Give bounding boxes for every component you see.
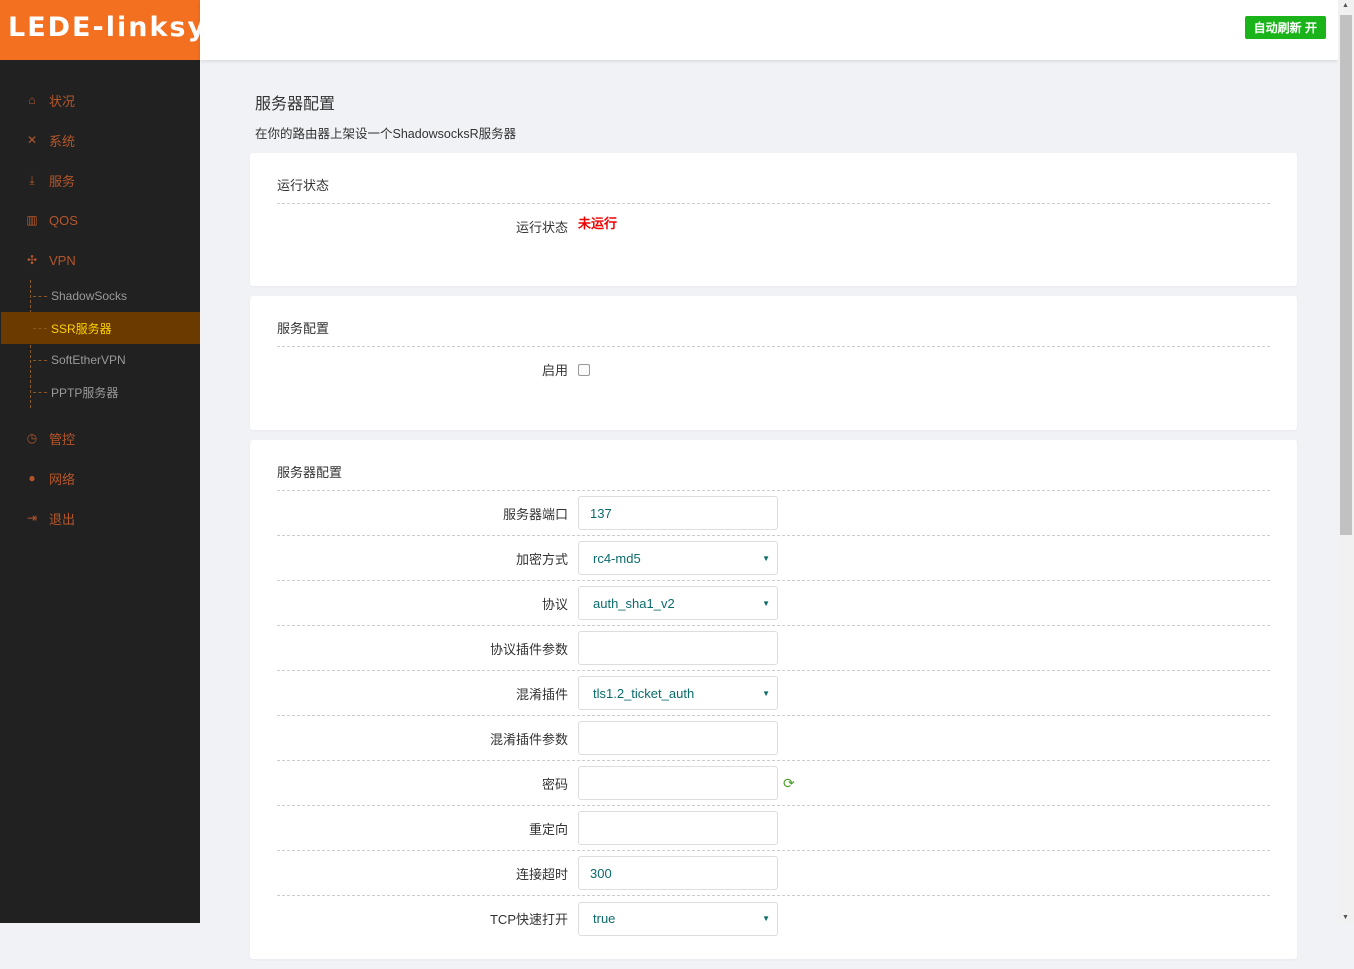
form-row: 连接超时 300 xyxy=(277,851,1270,896)
select-field[interactable]: rc4-md5 xyxy=(578,541,778,575)
nav-icon: ⤓ xyxy=(29,172,35,187)
nav-item[interactable]: ✕ 系统 xyxy=(0,120,200,160)
brand-logo[interactable]: LEDE-linksys® xyxy=(0,0,200,60)
field-label: 密码 xyxy=(541,776,568,792)
nav-item[interactable]: ⤓ 服务 xyxy=(0,160,200,200)
nav-label: 退出 xyxy=(49,511,76,527)
main-content: 服务器配置 在你的路由器上架设一个ShadowsocksR服务器 运行状态 运行… xyxy=(250,90,1297,969)
enable-checkbox[interactable] xyxy=(578,363,590,376)
sidebar: LEDE-linksys® ⌂ 状况 ✕ 系统 ⤓ 服务 ▥ QOS ✣ VPN ShadowSo… xyxy=(0,0,200,923)
nav-label: 服务 xyxy=(49,173,76,189)
vpn-subitem[interactable]: PPTP服务器 xyxy=(31,376,200,408)
service-card: 服务配置 启用 xyxy=(250,296,1297,430)
nav-icon: ✣ xyxy=(26,253,38,267)
nav-label: 网络 xyxy=(49,471,76,487)
nav-item[interactable]: ▥ QOS xyxy=(0,200,200,240)
nav-icon: ⇥ xyxy=(26,511,38,525)
nav-icon: ● xyxy=(28,471,36,485)
status-card: 运行状态 运行状态 未运行 xyxy=(250,153,1297,286)
field-label: 混淆插件 xyxy=(515,686,568,702)
vpn-subitem[interactable]: ShadowSocks xyxy=(31,280,200,312)
page-description: 在你的路由器上架设一个ShadowsocksR服务器 xyxy=(255,127,517,141)
field-label: 服务器端口 xyxy=(502,506,568,522)
field-label: TCP快速打开 xyxy=(489,912,568,927)
nav-item[interactable]: ◷ 管控 xyxy=(0,418,200,458)
form-row: 混淆插件参数 xyxy=(277,716,1270,761)
reveal-password-icon[interactable]: ⟳ xyxy=(783,775,795,792)
field-label: 运行状态 xyxy=(515,220,568,235)
scrollbar[interactable]: ▲ ▼ xyxy=(1338,0,1354,923)
nav-item[interactable]: ● 网络 xyxy=(0,458,200,498)
brand-name: LEDE-linksys xyxy=(8,12,200,43)
scroll-up-icon[interactable]: ▲ xyxy=(1342,2,1349,9)
nav-label: 状况 xyxy=(49,93,76,109)
nav-icon: ✕ xyxy=(26,133,38,147)
section-title: 服务配置 xyxy=(277,318,1270,347)
vpn-subitem[interactable]: SSR服务器 xyxy=(1,312,200,344)
nav-label: QOS xyxy=(49,212,78,228)
nav-icon: ⌂ xyxy=(28,93,36,107)
nav-item[interactable]: ⌂ 状况 xyxy=(0,80,200,120)
form-row: 混淆插件 tls1.2_ticket_auth xyxy=(277,671,1270,716)
auto-refresh-button[interactable]: 自动刷新 开 xyxy=(1244,16,1326,39)
scrollbar-thumb[interactable] xyxy=(1340,15,1352,535)
nav-item[interactable]: ✣ VPN xyxy=(0,240,200,280)
form-row: 服务器端口 137 xyxy=(277,491,1270,536)
input-field[interactable] xyxy=(578,631,778,665)
input-field[interactable] xyxy=(578,811,778,845)
field-label: 协议 xyxy=(541,596,568,612)
nav-label: VPN xyxy=(49,252,76,268)
field-label: 连接超时 xyxy=(515,866,568,882)
section-title: 运行状态 xyxy=(277,175,1270,204)
nav-item[interactable]: ⇥ 退出 xyxy=(0,498,200,538)
vpn-subitem[interactable]: SoftEtherVPN xyxy=(31,344,200,376)
select-field[interactable]: tls1.2_ticket_auth xyxy=(578,676,778,710)
nav-label: 管控 xyxy=(49,431,76,447)
input-field[interactable]: 300 xyxy=(578,856,778,890)
form-row: 协议 auth_sha1_v2 xyxy=(277,581,1270,626)
field-label: 混淆插件参数 xyxy=(489,731,568,747)
input-field[interactable]: 137 xyxy=(578,496,778,530)
select-field[interactable]: auth_sha1_v2 xyxy=(578,586,778,620)
nav-icon: ◷ xyxy=(26,431,38,445)
form-row: TCP快速打开 true xyxy=(277,896,1270,941)
field-label: 重定向 xyxy=(528,821,568,837)
page-title: 服务器配置 xyxy=(255,96,336,113)
server-config-card: 服务器配置 服务器端口137加密方式rc4-md5协议auth_sha1_v2协… xyxy=(250,440,1297,959)
input-field[interactable] xyxy=(578,721,778,755)
form-row: 密码 ⟳ xyxy=(277,761,1270,806)
nav-icon: ▥ xyxy=(26,213,38,227)
form-row: 加密方式 rc4-md5 xyxy=(277,536,1270,581)
section-title: 服务器配置 xyxy=(277,462,1270,491)
form-row: 重定向 xyxy=(277,806,1270,851)
scroll-down-icon[interactable]: ▼ xyxy=(1342,914,1349,921)
form-row: 协议插件参数 xyxy=(277,626,1270,671)
field-label: 协议插件参数 xyxy=(489,641,568,657)
input-field[interactable] xyxy=(578,766,778,800)
field-label: 启用 xyxy=(541,363,568,378)
status-value: 未运行 xyxy=(578,216,618,231)
top-bar: 自动刷新 开 xyxy=(200,0,1338,60)
nav-label: 系统 xyxy=(49,133,76,149)
field-label: 加密方式 xyxy=(515,551,568,567)
select-field[interactable]: true xyxy=(578,901,778,936)
